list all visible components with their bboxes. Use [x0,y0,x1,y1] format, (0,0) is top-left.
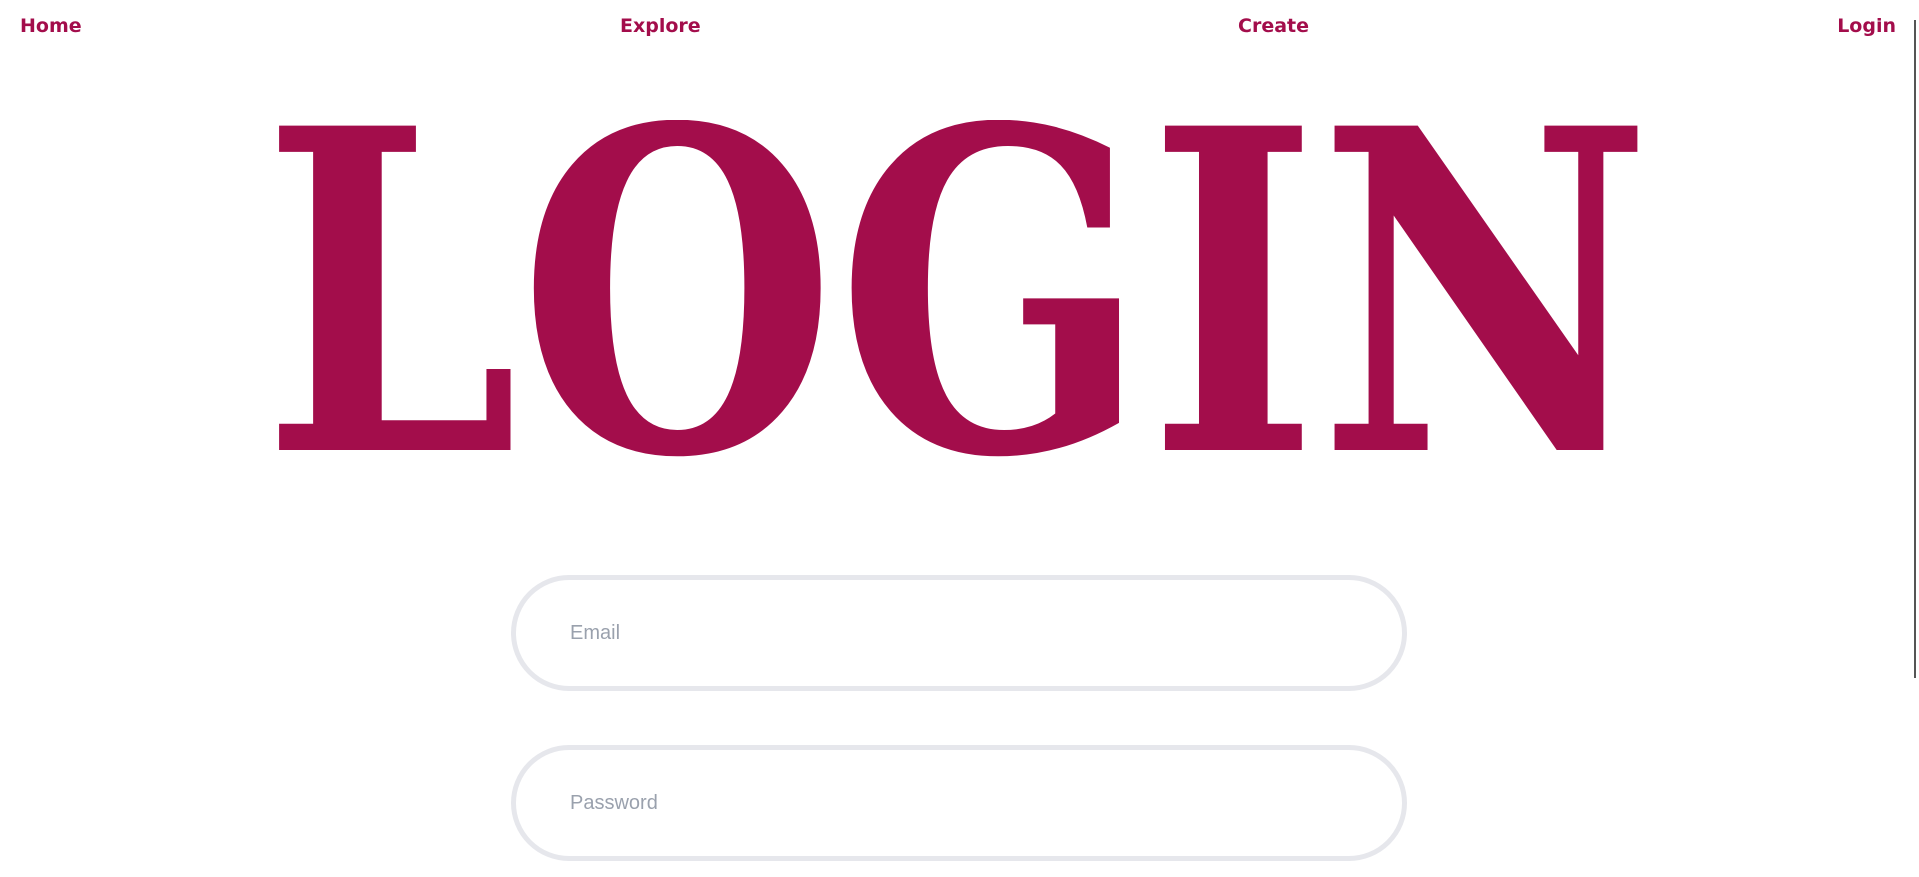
nav-link-explore[interactable]: Explore [620,13,701,40]
vertical-scrollbar[interactable] [1911,0,1919,877]
hero-title-container: LOGIN [262,120,1662,470]
password-input[interactable] [511,745,1407,861]
nav-link-create[interactable]: Create [1238,13,1309,40]
nav-link-home[interactable]: Home [20,13,82,40]
email-input[interactable] [511,575,1407,691]
hero-title-graphic: LOGIN [262,120,1652,470]
page-title: LOGIN [262,120,1652,470]
scrollbar-thumb[interactable] [1914,20,1916,678]
nav-link-login[interactable]: Login [1837,13,1896,40]
